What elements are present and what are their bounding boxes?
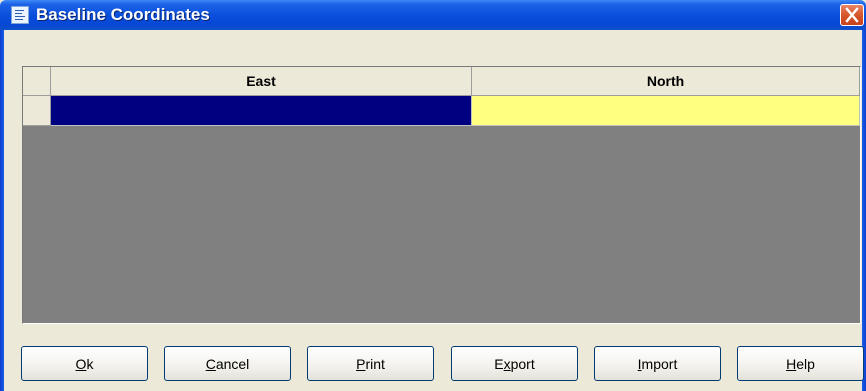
- close-icon: [845, 7, 859, 23]
- cell-north[interactable]: [472, 96, 860, 126]
- help-label: elp: [796, 356, 815, 372]
- column-header-north[interactable]: North: [472, 67, 860, 96]
- help-mnemonic: H: [786, 356, 797, 372]
- cell-east[interactable]: [51, 96, 472, 126]
- window-frame-left: [0, 30, 4, 391]
- cancel-mnemonic: C: [205, 356, 216, 372]
- cancel-label: ancel: [215, 356, 250, 372]
- cancel-button[interactable]: Cancel: [164, 346, 291, 381]
- window-frame-right: [862, 30, 866, 391]
- ok-button[interactable]: Ok: [21, 346, 148, 381]
- export-mnemonic: x: [503, 356, 511, 372]
- close-button[interactable]: [840, 4, 864, 26]
- export-button[interactable]: Export: [451, 346, 578, 381]
- row-header[interactable]: [23, 96, 51, 126]
- print-label: rint: [365, 356, 385, 372]
- ok-mnemonic: O: [75, 356, 87, 372]
- table-row: [23, 96, 860, 126]
- button-bar: Ok Cancel Print Export Import Help: [0, 346, 866, 386]
- column-header-east[interactable]: East: [51, 67, 472, 96]
- print-button[interactable]: Print: [307, 346, 434, 381]
- grid-header-row: East North: [23, 67, 860, 96]
- import-button[interactable]: Import: [594, 346, 721, 381]
- coordinates-grid[interactable]: East North: [22, 66, 861, 324]
- import-label: mport: [641, 356, 678, 372]
- title-bar[interactable]: Baseline Coordinates: [0, 0, 866, 30]
- grid-corner[interactable]: [23, 67, 51, 96]
- export-prefix: E: [494, 356, 504, 372]
- export-label: port: [510, 356, 535, 372]
- window-title: Baseline Coordinates: [36, 5, 210, 24]
- help-button[interactable]: Help: [737, 346, 864, 381]
- app-grid-icon: [11, 6, 29, 24]
- ok-label: k: [86, 356, 94, 372]
